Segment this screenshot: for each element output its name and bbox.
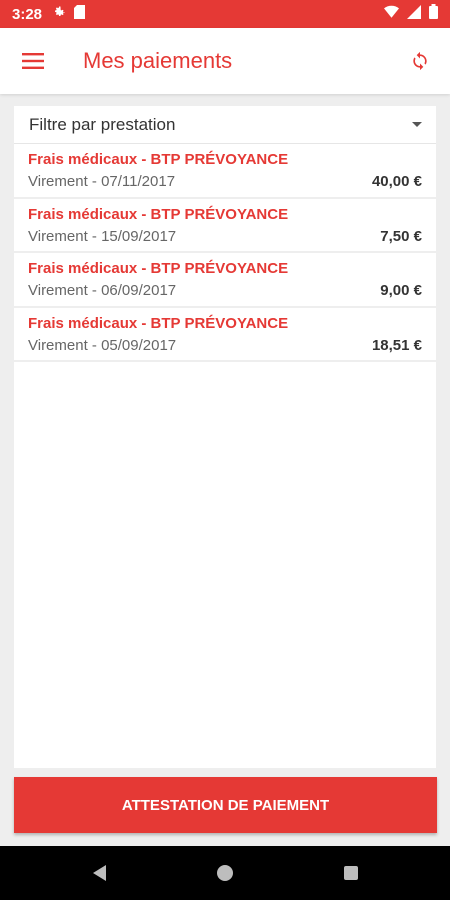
filter-dropdown[interactable]: Filtre par prestation [14,106,436,144]
home-icon [217,865,233,881]
payment-title: Frais médicaux - BTP PRÉVOYANCE [28,151,289,168]
payment-method: Virement - 15/09/2017 [28,227,177,245]
payment-method: Virement - 07/11/2017 [28,173,176,190]
payment-item[interactable]: Frais médicaux - BTP PRÉVOYANCE Virement… [14,253,436,308]
payment-amount: 18,51 € [371,336,422,354]
payment-title: Frais médicaux - BTP PRÉVOYANCE [28,260,289,277]
payment-title: Frais médicaux - BTP PRÉVOYANCE [28,205,289,223]
hamburger-menu-icon [22,53,44,69]
refresh-icon [413,51,427,71]
payment-certificate-button[interactable]: ATTESTATION DE PAIEMENT [14,777,437,833]
payment-amount: 9,00 € [380,282,422,299]
refresh-button[interactable] [400,41,440,81]
nav-back-button[interactable] [84,858,114,888]
payments-panel: Filtre par prestation Frais médicaux - B… [14,106,436,768]
recents-icon [344,866,358,880]
page-title: Mes paiements [83,48,233,73]
battery-icon [429,4,438,24]
menu-button[interactable] [13,41,53,81]
sd-card-icon [74,4,86,24]
dropdown-arrow-icon [412,122,422,127]
payment-item[interactable]: Frais médicaux - BTP PRÉVOYANCE Virement… [14,144,436,199]
payment-amount: 40,00 € [371,173,422,190]
app-bar: Mes paiements [0,28,450,94]
nav-home-button[interactable] [210,858,240,888]
payment-item[interactable]: Frais médicaux - BTP PRÉVOYANCE Virement… [14,308,436,362]
payment-amount: 7,50 € [380,227,422,245]
gear-icon [52,5,66,24]
filter-label: Filtre par prestation [29,114,176,134]
signal-icon [407,4,421,24]
system-nav-bar [0,846,450,900]
payment-method: Virement - 05/09/2017 [28,336,177,354]
status-bar: 3:28 [0,0,450,28]
status-time: 3:28 [12,5,43,23]
back-icon [93,865,106,881]
payment-method: Virement - 06/09/2017 [28,282,177,299]
nav-recents-button[interactable] [336,858,366,888]
payment-title: Frais médicaux - BTP PRÉVOYANCE [28,314,289,332]
wifi-icon [384,5,399,23]
payment-item[interactable]: Frais médicaux - BTP PRÉVOYANCE Virement… [14,199,436,253]
